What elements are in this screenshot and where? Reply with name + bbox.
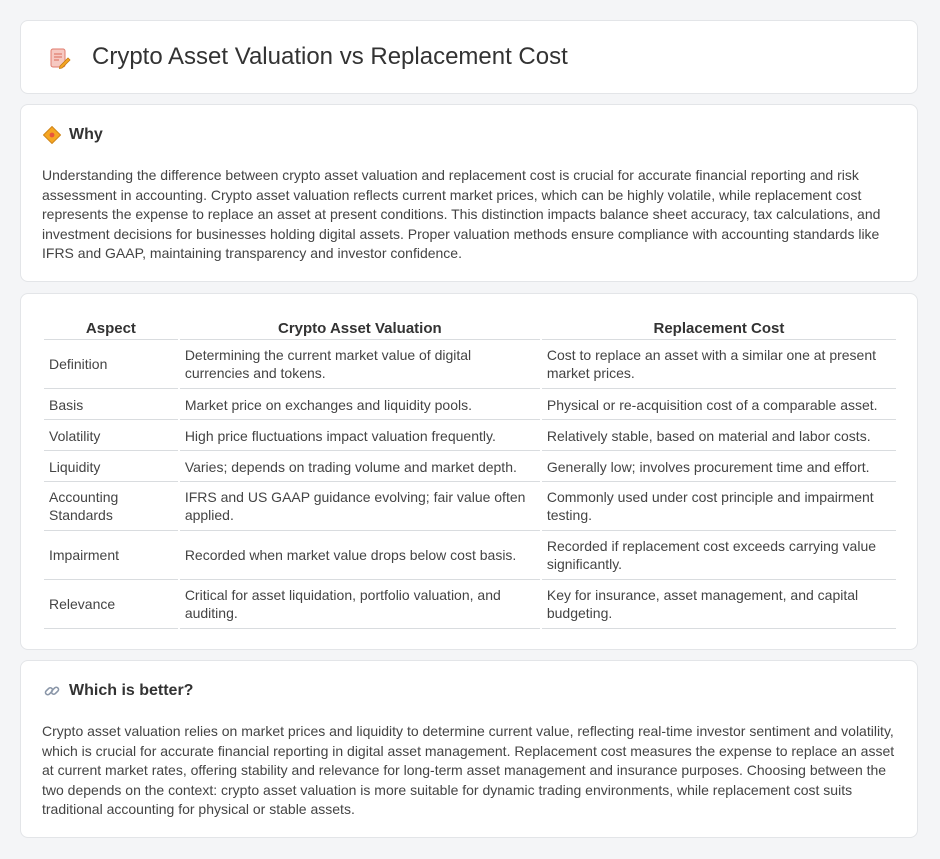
crypto-cell: Determining the current market value of … — [179, 340, 540, 389]
table-row: Definition Determining the current marke… — [44, 340, 896, 389]
replacement-cell: Commonly used under cost principle and i… — [541, 482, 896, 531]
header-replacement-cost: Replacement Cost — [541, 315, 896, 340]
table-row: Relevance Critical for asset liquidation… — [44, 580, 896, 629]
better-heading: Which is better? — [69, 682, 194, 699]
table-row: Basis Market price on exchanges and liqu… — [44, 389, 896, 420]
header-crypto-asset-valuation: Crypto Asset Valuation — [179, 315, 540, 340]
header-aspect: Aspect — [44, 315, 178, 340]
replacement-cell: Physical or re-acquisition cost of a com… — [541, 389, 896, 420]
link-icon — [44, 686, 60, 696]
aspect-cell: Volatility — [44, 420, 178, 451]
why-section: Why Understanding the difference between… — [20, 104, 918, 282]
table-row: Accounting Standards IFRS and US GAAP gu… — [44, 482, 896, 531]
header-card: Crypto Asset Valuation vs Replacement Co… — [20, 20, 918, 94]
table-row: Impairment Recorded when market value dr… — [44, 531, 896, 580]
which-is-better-section: Which is better? Crypto asset valuation … — [20, 660, 918, 838]
aspect-cell: Accounting Standards — [44, 482, 178, 531]
better-heading-row: Which is better? — [43, 682, 193, 700]
page-title: Crypto Asset Valuation vs Replacement Co… — [92, 43, 568, 70]
why-text: Understanding the difference between cry… — [42, 167, 881, 261]
replacement-cell: Generally low; involves procurement time… — [541, 451, 896, 482]
replacement-cell: Relatively stable, based on material and… — [541, 420, 896, 451]
replacement-cell: Recorded if replacement cost exceeds car… — [541, 531, 896, 580]
crypto-cell: Critical for asset liquidation, portfoli… — [179, 580, 540, 629]
aspect-cell: Liquidity — [44, 451, 178, 482]
comparison-table: Aspect Crypto Asset Valuation Replacemen… — [42, 315, 898, 629]
crypto-cell: IFRS and US GAAP guidance evolving; fair… — [179, 482, 540, 531]
table-row: Volatility High price fluctuations impac… — [44, 420, 896, 451]
diamond-sign-icon — [43, 126, 61, 144]
crypto-cell: Recorded when market value drops below c… — [179, 531, 540, 580]
better-text: Crypto asset valuation relies on market … — [42, 723, 895, 817]
table-header-row: Aspect Crypto Asset Valuation Replacemen… — [44, 315, 896, 340]
why-heading: Why — [69, 126, 103, 143]
aspect-cell: Definition — [44, 340, 178, 389]
crypto-cell: Market price on exchanges and liquidity … — [179, 389, 540, 420]
crypto-cell: Varies; depends on trading volume and ma… — [179, 451, 540, 482]
replacement-cell: Key for insurance, asset management, and… — [541, 580, 896, 629]
document-pencil-icon — [50, 48, 71, 70]
crypto-cell: High price fluctuations impact valuation… — [179, 420, 540, 451]
replacement-cell: Cost to replace an asset with a similar … — [541, 340, 896, 389]
aspect-cell: Basis — [44, 389, 178, 420]
aspect-cell: Impairment — [44, 531, 178, 580]
comparison-section: Aspect Crypto Asset Valuation Replacemen… — [20, 293, 918, 650]
table-row: Liquidity Varies; depends on trading vol… — [44, 451, 896, 482]
why-heading-row: Why — [43, 126, 103, 144]
aspect-cell: Relevance — [44, 580, 178, 629]
